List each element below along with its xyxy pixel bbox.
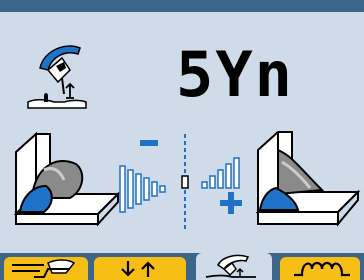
inductance-icon	[294, 261, 350, 277]
weld-concave-bead-icon	[255, 131, 361, 227]
wire-feed-icon	[12, 259, 76, 278]
welding-display: 5Yn	[0, 0, 364, 280]
bottom-tab-bar	[0, 253, 364, 280]
mode-display-text: 5Yn	[176, 38, 294, 111]
minus-symbol	[140, 140, 158, 146]
tab-wire-feed[interactable]	[4, 257, 88, 280]
weld-convex-bead-icon	[14, 131, 121, 227]
main-panel: 5Yn	[0, 12, 364, 253]
tab-trigger-mode[interactable]	[94, 257, 186, 280]
tab-inductance[interactable]	[280, 257, 360, 280]
torch-pulse-icon	[27, 45, 87, 109]
trigger-mode-icon	[121, 261, 155, 277]
plus-symbol	[220, 192, 242, 214]
torch-icon	[205, 254, 256, 278]
tab-synergic[interactable]	[196, 253, 272, 280]
